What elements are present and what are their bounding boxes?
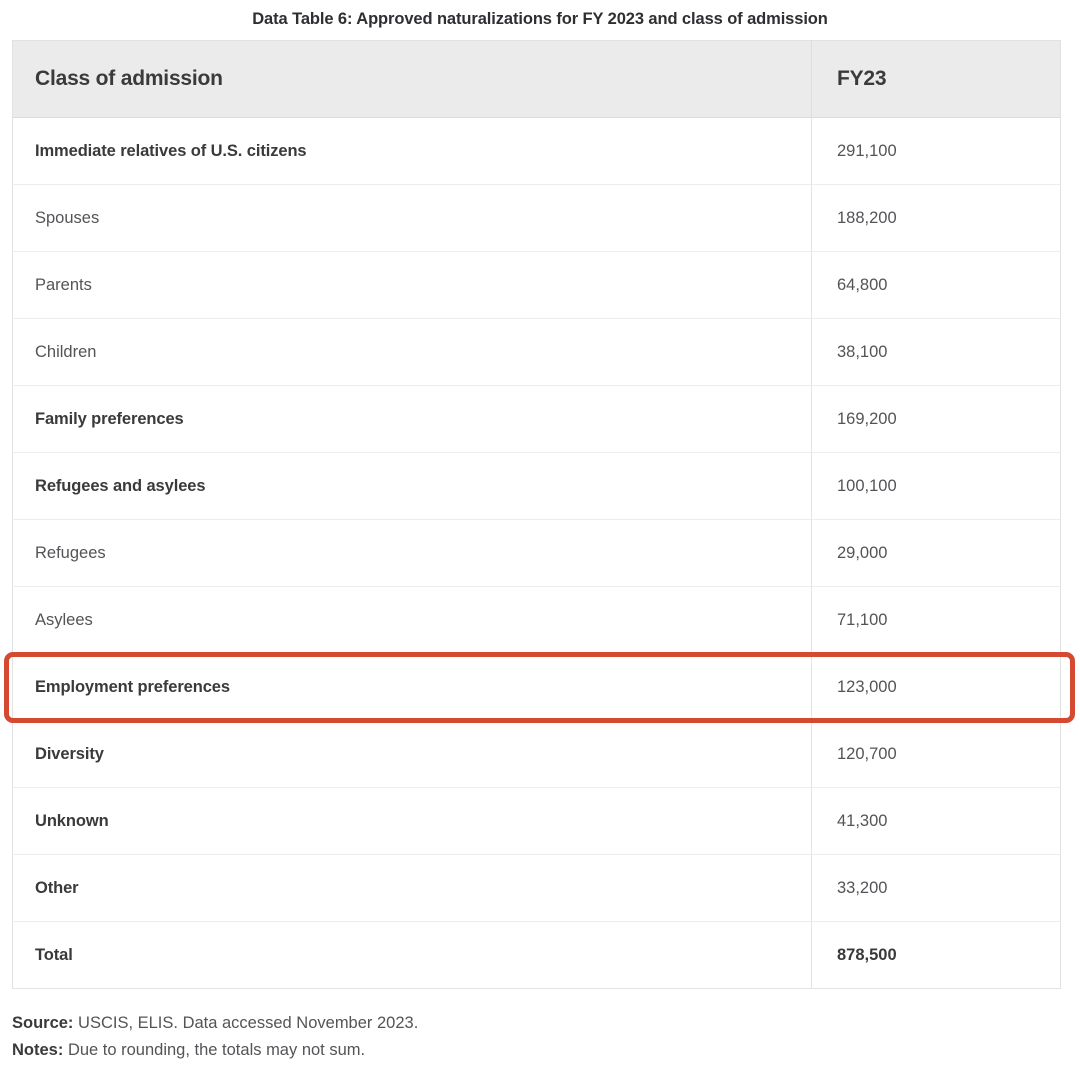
row-label-cell: Children <box>13 319 812 386</box>
table-row: Employment preferences123,000 <box>13 654 1061 721</box>
table-row: Spouses188,200 <box>13 185 1061 252</box>
table-row: Other33,200 <box>13 855 1061 922</box>
table-row: Refugees and asylees100,100 <box>13 453 1061 520</box>
row-value-cell: 120,700 <box>812 721 1061 788</box>
row-label-cell: Other <box>13 855 812 922</box>
footnote-text: USCIS, ELIS. Data accessed November 2023… <box>78 1014 418 1032</box>
row-label-cell: Unknown <box>13 788 812 855</box>
table-row: Unknown41,300 <box>13 788 1061 855</box>
table-row: Family preferences169,200 <box>13 386 1061 453</box>
row-label-cell: Total <box>13 922 812 989</box>
footnote-line: Notes: Due to rounding, the totals may n… <box>12 1037 1080 1064</box>
footnote-label: Source: <box>12 1014 73 1032</box>
footnote-line: Source: USCIS, ELIS. Data accessed Novem… <box>12 1010 1080 1037</box>
row-label-cell: Refugees <box>13 520 812 587</box>
row-label-cell: Family preferences <box>13 386 812 453</box>
footnote-label: Notes: <box>12 1041 63 1059</box>
row-value-cell: 100,100 <box>812 453 1061 520</box>
table-row: Parents64,800 <box>13 252 1061 319</box>
table-row: Diversity120,700 <box>13 721 1061 788</box>
footnote-text: Due to rounding, the totals may not sum. <box>68 1041 365 1059</box>
column-header-class-of-admission: Class of admission <box>13 41 812 118</box>
row-value-cell: 33,200 <box>812 855 1061 922</box>
row-label-cell: Asylees <box>13 587 812 654</box>
row-value-cell: 29,000 <box>812 520 1061 587</box>
footnotes: Source: USCIS, ELIS. Data accessed Novem… <box>12 1010 1080 1063</box>
table-row: Asylees71,100 <box>13 587 1061 654</box>
row-value-cell: 64,800 <box>812 252 1061 319</box>
row-label-cell: Refugees and asylees <box>13 453 812 520</box>
table-header-row: Class of admission FY23 <box>13 41 1061 118</box>
row-value-cell: 878,500 <box>812 922 1061 989</box>
row-value-cell: 41,300 <box>812 788 1061 855</box>
row-value-cell: 291,100 <box>812 118 1061 185</box>
row-label-cell: Employment preferences <box>13 654 812 721</box>
table-row: Refugees29,000 <box>13 520 1061 587</box>
row-value-cell: 123,000 <box>812 654 1061 721</box>
table-body: Immediate relatives of U.S. citizens291,… <box>13 118 1061 989</box>
page-title: Data Table 6: Approved naturalizations f… <box>0 0 1080 30</box>
table-container: Class of admission FY23 Immediate relati… <box>12 40 1060 989</box>
row-label-cell: Immediate relatives of U.S. citizens <box>13 118 812 185</box>
row-value-cell: 38,100 <box>812 319 1061 386</box>
table-row: Children38,100 <box>13 319 1061 386</box>
column-header-fy23: FY23 <box>812 41 1061 118</box>
row-label-cell: Diversity <box>13 721 812 788</box>
row-label-cell: Parents <box>13 252 812 319</box>
data-table: Class of admission FY23 Immediate relati… <box>12 40 1061 989</box>
table-header: Class of admission FY23 <box>13 41 1061 118</box>
row-value-cell: 71,100 <box>812 587 1061 654</box>
row-value-cell: 169,200 <box>812 386 1061 453</box>
table-page: Data Table 6: Approved naturalizations f… <box>0 0 1080 1080</box>
table-row: Immediate relatives of U.S. citizens291,… <box>13 118 1061 185</box>
row-value-cell: 188,200 <box>812 185 1061 252</box>
table-row: Total878,500 <box>13 922 1061 989</box>
row-label-cell: Spouses <box>13 185 812 252</box>
